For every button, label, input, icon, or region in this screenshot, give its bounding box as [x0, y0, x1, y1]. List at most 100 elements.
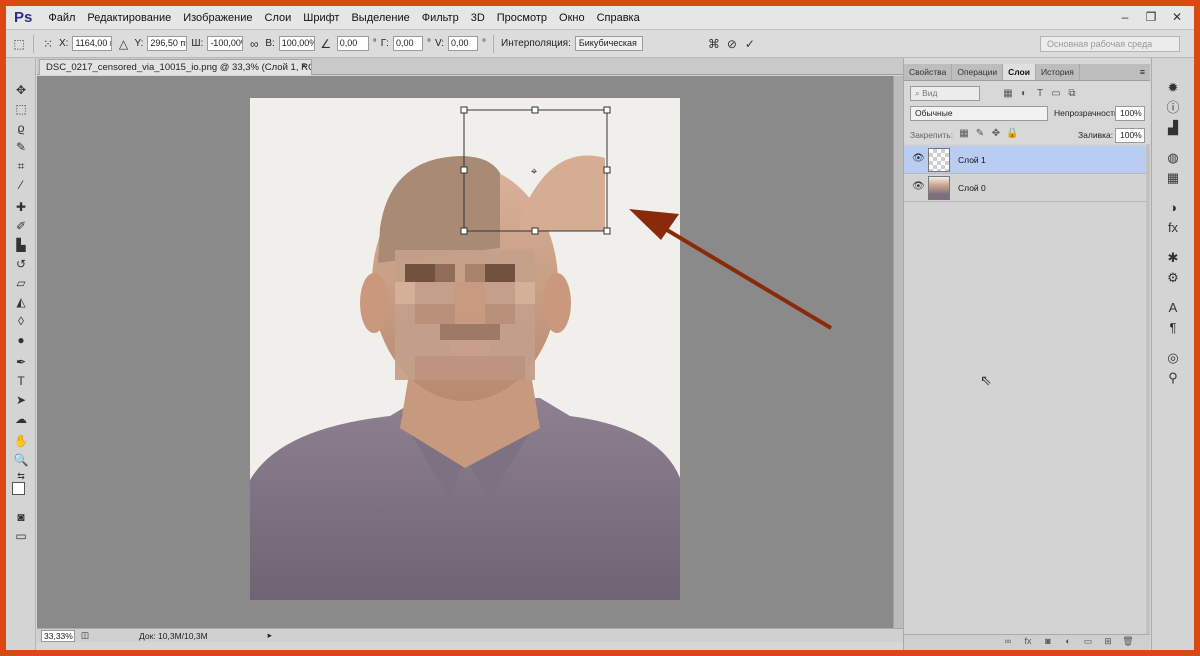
- visibility-eye-icon[interactable]: 👁: [912, 181, 925, 192]
- lasso-icon[interactable]: ϱ: [13, 120, 29, 136]
- menu-help[interactable]: Справка: [591, 12, 646, 24]
- adjustment-layer-icon[interactable]: ◐: [1062, 636, 1074, 646]
- quick-select-icon[interactable]: ✎: [13, 139, 29, 155]
- layer-row-selected[interactable]: 👁 Слой 1: [904, 146, 1146, 174]
- fill-input[interactable]: 100%: [1115, 128, 1145, 143]
- paragraph-icon[interactable]: ¶: [1165, 320, 1181, 336]
- layers-scrollbar[interactable]: [1146, 144, 1150, 634]
- pen-icon[interactable]: ✒: [13, 354, 29, 370]
- adjustments-icon[interactable]: ◑: [1165, 200, 1181, 216]
- opacity-input[interactable]: 100%: [1115, 106, 1145, 121]
- brush-icon[interactable]: ✐: [13, 218, 29, 234]
- paths-icon[interactable]: ⚲: [1165, 370, 1181, 386]
- document-tab[interactable]: DSC_0217_censored_via_10015_io.png @ 33,…: [39, 59, 312, 75]
- history-brush-icon[interactable]: ↺: [13, 256, 29, 272]
- tab-properties[interactable]: Свойства: [904, 64, 953, 80]
- layer-style-icon[interactable]: fx: [1022, 636, 1034, 646]
- tab-layers[interactable]: Слои: [1003, 64, 1036, 80]
- transform-tool-preset-icon[interactable]: ⬚: [12, 37, 26, 51]
- shape-icon[interactable]: ☁: [13, 411, 29, 427]
- close-tab-icon[interactable]: ×: [301, 61, 307, 72]
- layer-filter-select[interactable]: ⌕ Вид: [910, 86, 980, 101]
- close-button[interactable]: ✕: [1168, 8, 1186, 26]
- menu-edit[interactable]: Редактирование: [81, 12, 177, 24]
- tab-history[interactable]: История: [1036, 64, 1080, 80]
- commit-transform-icon[interactable]: ✓: [743, 37, 757, 51]
- lock-transparency-icon[interactable]: ▦: [958, 128, 970, 139]
- swatches-icon[interactable]: ▦: [1165, 170, 1181, 186]
- filter-adjustment-icon[interactable]: ◐: [1018, 88, 1030, 99]
- x-input[interactable]: 1164,00 п: [72, 36, 113, 51]
- link-icon[interactable]: ∞: [247, 37, 261, 51]
- zoom-icon[interactable]: 🔍: [13, 452, 29, 468]
- path-select-icon[interactable]: ➤: [13, 392, 29, 408]
- menu-filter[interactable]: Фильтр: [416, 12, 465, 24]
- menu-view[interactable]: Просмотр: [491, 12, 553, 24]
- hskew-input[interactable]: 0,00: [392, 36, 423, 51]
- minimize-button[interactable]: –: [1116, 8, 1134, 26]
- dodge-icon[interactable]: ●: [13, 332, 29, 348]
- link-layers-icon[interactable]: ∞: [1002, 636, 1014, 646]
- character-icon[interactable]: A: [1165, 300, 1181, 316]
- channels-icon[interactable]: ◎: [1165, 350, 1181, 366]
- menu-3d[interactable]: 3D: [465, 12, 491, 24]
- blend-mode-select[interactable]: Обычные: [910, 106, 1048, 121]
- delta-icon[interactable]: △: [116, 37, 130, 51]
- status-menu-icon[interactable]: ▸: [268, 630, 272, 641]
- height-input[interactable]: 100,00%: [278, 36, 315, 51]
- filter-type-icon[interactable]: T: [1034, 88, 1046, 99]
- add-mask-icon[interactable]: ◙: [1042, 636, 1054, 646]
- reference-point-icon[interactable]: ⁙: [41, 37, 55, 51]
- color-icon[interactable]: ◍: [1165, 150, 1181, 166]
- visibility-eye-icon[interactable]: 👁: [912, 153, 925, 164]
- eyedropper-icon[interactable]: ⁄: [13, 177, 29, 193]
- vskew-input[interactable]: 0,00: [448, 36, 479, 51]
- cancel-transform-icon[interactable]: ⊘: [725, 37, 739, 51]
- status-icon[interactable]: ◫: [81, 630, 89, 641]
- layer-row[interactable]: 👁 Слой 0: [904, 174, 1146, 202]
- canvas-area[interactable]: ⌖: [37, 76, 893, 630]
- width-input[interactable]: -100,00%: [207, 36, 244, 51]
- y-input[interactable]: 296,50 пи: [147, 36, 188, 51]
- filter-shape-icon[interactable]: ▭: [1050, 88, 1062, 99]
- workspace-select[interactable]: Основная рабочая среда: [1040, 36, 1180, 52]
- screen-mode-icon[interactable]: ▭: [13, 528, 29, 544]
- menu-file[interactable]: Файл: [42, 12, 81, 24]
- move-icon[interactable]: ✥: [13, 82, 29, 98]
- interpolation-select[interactable]: Бикубическая: [574, 36, 643, 51]
- panel-menu-icon[interactable]: ≡: [1135, 64, 1150, 80]
- marquee-icon[interactable]: ⬚: [13, 101, 29, 117]
- menu-layers[interactable]: Слои: [259, 12, 298, 24]
- new-group-icon[interactable]: ▭: [1082, 636, 1094, 647]
- menu-image[interactable]: Изображение: [177, 12, 258, 24]
- lock-pixels-icon[interactable]: ✎: [974, 128, 986, 139]
- blur-icon[interactable]: ◊: [13, 313, 29, 329]
- histogram-icon[interactable]: ▟: [1165, 120, 1181, 136]
- restore-button[interactable]: ❐: [1142, 8, 1160, 26]
- filter-pixel-icon[interactable]: ▦: [1002, 88, 1014, 99]
- menu-select[interactable]: Выделение: [345, 12, 415, 24]
- navigator-icon[interactable]: ✹: [1165, 80, 1181, 96]
- new-layer-icon[interactable]: ⊞: [1102, 636, 1114, 647]
- vertical-scrollbar[interactable]: [893, 76, 903, 630]
- paint-bucket-icon[interactable]: ◭: [13, 294, 29, 310]
- quick-mask-icon[interactable]: ◙: [13, 509, 29, 525]
- tab-actions[interactable]: Операции: [952, 64, 1004, 80]
- foreground-color-swatch[interactable]: [12, 482, 25, 495]
- filter-smart-object-icon[interactable]: ⧉: [1066, 88, 1078, 99]
- lock-position-icon[interactable]: ✥: [990, 128, 1002, 139]
- healing-brush-icon[interactable]: ✚: [13, 199, 29, 215]
- warp-icon[interactable]: ⌘: [707, 37, 721, 51]
- tool-options-icon[interactable]: ⚙: [1165, 270, 1181, 286]
- angle-input[interactable]: 0,00: [336, 36, 369, 51]
- brush-presets-icon[interactable]: ✱: [1165, 250, 1181, 266]
- delete-layer-icon[interactable]: 🗑: [1122, 636, 1134, 647]
- styles-icon[interactable]: fx: [1165, 220, 1181, 236]
- info-icon[interactable]: ⓘ: [1165, 100, 1181, 116]
- menu-window[interactable]: Окно: [553, 12, 591, 24]
- crop-icon[interactable]: ⌗: [13, 158, 29, 174]
- zoom-input[interactable]: 33,33%: [41, 629, 75, 642]
- lock-all-icon[interactable]: 🔒: [1006, 128, 1018, 139]
- eraser-icon[interactable]: ▱: [13, 275, 29, 291]
- hand-icon[interactable]: ✋: [13, 433, 29, 449]
